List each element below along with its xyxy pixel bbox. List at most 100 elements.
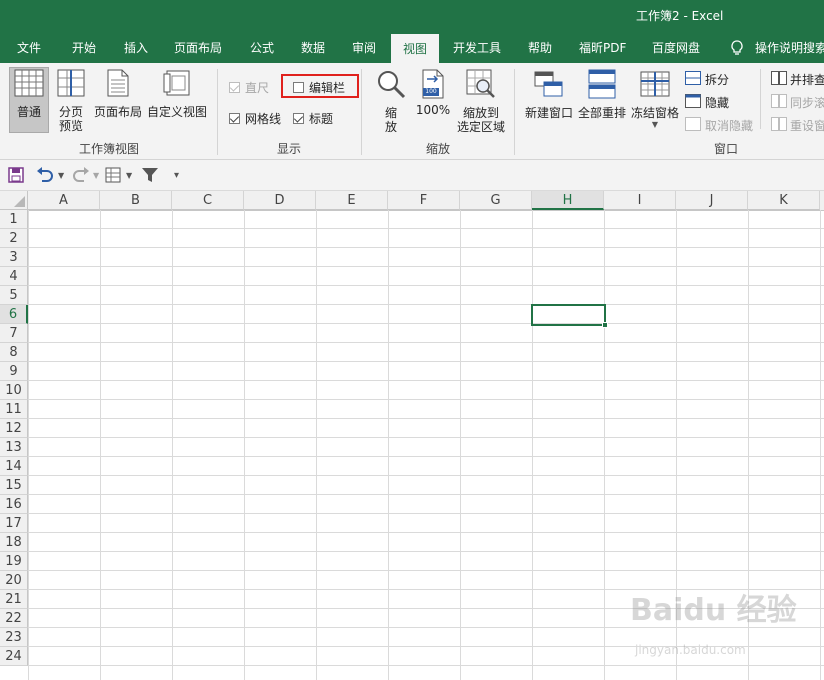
row-header-14[interactable]: 14 [0, 457, 28, 476]
tab-review[interactable]: 审阅 [352, 33, 376, 63]
tab-home[interactable]: 开始 [72, 33, 96, 63]
column-header-i[interactable]: I [604, 191, 676, 210]
tab-data[interactable]: 数据 [301, 33, 325, 63]
ruler-checkbox[interactable]: 直尺 [229, 79, 269, 96]
tell-me-search[interactable]: 操作说明搜索 [755, 33, 824, 63]
column-header-g[interactable]: G [460, 191, 532, 210]
headings-checkbox[interactable]: 标题 [293, 110, 333, 127]
fill-handle[interactable] [602, 322, 608, 328]
zoom-100-button[interactable]: 100 100% [414, 69, 452, 117]
zoom-to-selection-button[interactable]: 缩放到 选定区域 [454, 69, 508, 134]
ruler-label: 直尺 [245, 81, 270, 95]
row-header-1[interactable]: 1 [0, 210, 28, 229]
row-header-8[interactable]: 8 [0, 343, 28, 362]
ribbon-separator [514, 69, 515, 155]
page-break-preview-button[interactable]: 分页 预览 [53, 69, 89, 133]
zoom-label-1: 缩 [384, 106, 397, 120]
new-window-button[interactable]: 新建窗口 [523, 69, 575, 120]
tab-formulas[interactable]: 公式 [250, 33, 274, 63]
hide-window-icon [685, 94, 705, 111]
undo-dropdown-icon[interactable]: ▼ [58, 166, 64, 184]
column-header-k[interactable]: K [748, 191, 820, 210]
filter-icon[interactable] [141, 166, 159, 184]
tab-foxit-pdf[interactable]: 福昕PDF [579, 33, 626, 63]
tab-page-layout[interactable]: 页面布局 [174, 33, 222, 63]
tab-insert[interactable]: 插入 [124, 33, 148, 63]
row-header-10[interactable]: 10 [0, 381, 28, 400]
undo-icon[interactable] [36, 166, 54, 184]
row-header-11[interactable]: 11 [0, 400, 28, 419]
row-header-17[interactable]: 17 [0, 514, 28, 533]
unhide-window-label: 取消隐藏 [705, 119, 754, 133]
new-window-label: 新建窗口 [524, 106, 573, 120]
column-header-d[interactable]: D [244, 191, 316, 210]
column-header-c[interactable]: C [172, 191, 244, 210]
select-all-button[interactable] [0, 191, 28, 210]
page-break-preview-label-1: 分页 [58, 105, 83, 119]
column-header-a[interactable]: A [28, 191, 100, 210]
unhide-window-button[interactable]: 取消隐藏 [685, 117, 753, 134]
row-header-13[interactable]: 13 [0, 438, 28, 457]
tab-help[interactable]: 帮助 [528, 33, 552, 63]
tab-file[interactable]: 文件 [17, 33, 41, 63]
group-label-show: 显示 [277, 142, 302, 156]
hide-window-button[interactable]: 隐藏 [685, 94, 729, 111]
column-header-j[interactable]: J [676, 191, 748, 210]
row-header-16[interactable]: 16 [0, 495, 28, 514]
reset-position-button[interactable]: 重设窗 [771, 117, 824, 134]
row-header-2[interactable]: 2 [0, 229, 28, 248]
row-header-19[interactable]: 19 [0, 552, 28, 571]
row-header-18[interactable]: 18 [0, 533, 28, 552]
row-header-21[interactable]: 21 [0, 590, 28, 609]
lightbulb-icon[interactable] [730, 40, 744, 60]
gridlines-label: 网格线 [245, 112, 282, 126]
view-side-by-side-button[interactable]: 并排查 [771, 71, 824, 88]
tab-developer[interactable]: 开发工具 [453, 33, 501, 63]
row-header-12[interactable]: 12 [0, 419, 28, 438]
formula-bar-label: 编辑栏 [309, 81, 346, 95]
zoom-button[interactable]: 缩 放 [374, 69, 408, 134]
formula-bar-checkbox[interactable]: 编辑栏 [293, 79, 345, 96]
column-header-h[interactable]: H [532, 191, 604, 210]
freeze-panes-button[interactable]: 冻结窗格 ▼ [629, 69, 681, 130]
row-header-4[interactable]: 4 [0, 267, 28, 286]
page-layout-view-icon [92, 69, 144, 100]
redo-icon[interactable] [72, 166, 90, 184]
column-header-f[interactable]: F [388, 191, 460, 210]
redo-dropdown-icon[interactable]: ▼ [93, 166, 99, 184]
ribbon-separator [361, 69, 362, 155]
save-icon[interactable] [8, 166, 24, 184]
column-header-e[interactable]: E [316, 191, 388, 210]
row-header-5[interactable]: 5 [0, 286, 28, 305]
tab-baidu-netdisk[interactable]: 百度网盘 [652, 33, 700, 63]
row-header-15[interactable]: 15 [0, 476, 28, 495]
customize-qat-button[interactable]: ▾ [174, 166, 179, 184]
row-header-7[interactable]: 7 [0, 324, 28, 343]
group-label-window: 窗口 [714, 142, 739, 156]
custom-views-button[interactable]: 自定义视图 [145, 69, 209, 119]
split-button[interactable]: 拆分 [685, 71, 729, 88]
quick-access-toolbar: ▼ ▼ ▼ ▾ [0, 160, 824, 191]
tab-view[interactable]: 视图 [391, 34, 440, 63]
row-header-9[interactable]: 9 [0, 362, 28, 381]
row-header-6[interactable]: 6 [0, 305, 28, 324]
row-header-24[interactable]: 24 [0, 647, 28, 666]
gridlines-checkbox-box [229, 113, 240, 124]
form-view-dropdown-icon[interactable]: ▼ [126, 166, 132, 184]
column-header-b[interactable]: B [100, 191, 172, 210]
row-header-23[interactable]: 23 [0, 628, 28, 647]
gridlines-checkbox[interactable]: 网格线 [229, 110, 281, 127]
reset-position-label: 重设窗 [790, 119, 824, 133]
form-view-icon[interactable] [105, 166, 121, 184]
ribbon-tab-bar: 文件 开始 插入 页面布局 公式 数据 审阅 视图 开发工具 帮助 福昕PDF … [0, 33, 824, 63]
row-header-3[interactable]: 3 [0, 248, 28, 267]
arrange-all-button[interactable]: 全部重排 [576, 69, 628, 120]
sync-scroll-button[interactable]: 同步滚 [771, 94, 824, 111]
page-layout-view-button[interactable]: 页面布局 [92, 69, 144, 119]
active-cell[interactable] [531, 304, 606, 326]
row-header-20[interactable]: 20 [0, 571, 28, 590]
side-by-side-icon [771, 71, 790, 88]
zoom-100-label: 100% [415, 103, 451, 117]
row-header-22[interactable]: 22 [0, 609, 28, 628]
formula-bar-checkbox-box [293, 82, 304, 93]
